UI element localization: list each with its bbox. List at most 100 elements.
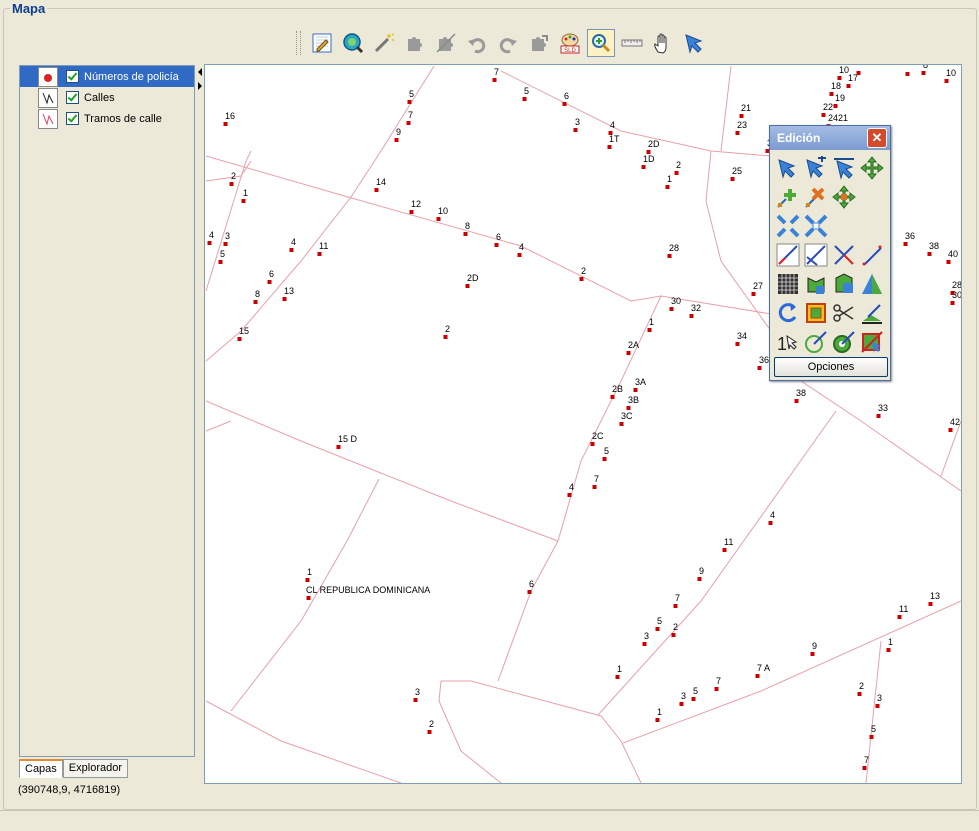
sld-style-button[interactable]: SLD — [556, 29, 584, 57]
pan-button[interactable] — [649, 29, 677, 57]
identify-button[interactable]: 1 — [774, 327, 802, 356]
address-point — [229, 182, 234, 186]
split-button[interactable] — [774, 211, 802, 240]
address-number-label: 2 — [581, 266, 586, 276]
address-point — [829, 92, 834, 96]
select-vertex-button[interactable] — [774, 153, 802, 182]
address-number-label: 3 — [644, 631, 649, 641]
options-button[interactable]: Opciones — [774, 357, 888, 377]
address-point — [944, 79, 949, 83]
scale-button[interactable] — [802, 298, 830, 327]
layer-label: Tramos de calle — [84, 112, 162, 125]
address-point — [241, 199, 246, 203]
move-vertex-button[interactable] — [830, 182, 858, 211]
address-point — [615, 675, 620, 679]
cut-line-button[interactable] — [830, 240, 858, 269]
address-number-label: 4 — [209, 230, 214, 240]
edit-polygon-button[interactable] — [858, 298, 886, 327]
move-button[interactable] — [858, 153, 886, 182]
undo-button[interactable] — [463, 29, 491, 57]
tab-capas[interactable]: Capas — [19, 759, 63, 778]
address-number-label: 5 — [409, 89, 414, 99]
draw-polyline-button[interactable] — [802, 240, 830, 269]
address-point — [409, 210, 414, 214]
address-number-label: 7 — [594, 474, 599, 484]
layer-visibility-checkbox[interactable] — [66, 112, 79, 125]
puzzle-icon — [436, 33, 456, 53]
select-add-button[interactable] — [802, 153, 830, 182]
select-remove-button[interactable] — [830, 153, 858, 182]
merge-arrows-icon — [804, 214, 828, 237]
merge-button[interactable] — [802, 211, 830, 240]
measure-button[interactable] — [618, 29, 646, 57]
edit-layer-button[interactable] — [308, 29, 336, 57]
address-number-label: 28 — [952, 280, 961, 290]
address-number-label: 16 — [225, 111, 235, 121]
address-point — [253, 300, 258, 304]
address-number-label: 4 — [770, 510, 775, 520]
triangle-button[interactable] — [858, 269, 886, 298]
address-number-label: 3 — [225, 231, 230, 241]
address-point — [223, 122, 228, 126]
select-minus-arrow-icon — [834, 157, 854, 180]
layer-visibility-checkbox[interactable] — [66, 91, 79, 104]
grid-button[interactable] — [774, 269, 802, 298]
address-point — [927, 252, 932, 256]
layer-label: Calles — [84, 91, 115, 104]
collapse-panel-icon[interactable] — [196, 66, 204, 94]
address-point — [730, 177, 735, 181]
address-number-label: 11 — [899, 604, 908, 614]
address-point — [336, 445, 341, 449]
redo-button[interactable] — [494, 29, 522, 57]
address-number-label: 5 — [524, 86, 529, 96]
puzzle-b-button[interactable] — [432, 29, 460, 57]
edit-pencil-icon — [312, 33, 332, 53]
address-number-label: 36 — [759, 355, 769, 365]
layer-row-calles[interactable]: Calles — [20, 87, 194, 108]
delete-vertex-button[interactable] — [802, 182, 830, 211]
layer-visibility-checkbox[interactable] — [66, 70, 79, 83]
snap-center-button[interactable] — [830, 327, 858, 356]
edit-window-title: Edición — [777, 131, 821, 145]
polygon-split-icon — [835, 272, 853, 293]
snap-button[interactable] — [802, 327, 830, 356]
street-segment — [497, 540, 559, 682]
address-number-label: 12 — [411, 199, 421, 209]
point-line-button[interactable] — [858, 240, 886, 269]
delete-vertex-icon — [805, 187, 825, 208]
magic-wand-button[interactable] — [370, 29, 398, 57]
move-cross-icon — [860, 155, 884, 180]
add-vertex-button[interactable] — [774, 182, 802, 211]
address-point — [679, 702, 684, 706]
polygon-split-button[interactable] — [830, 269, 858, 298]
address-number-label: 1 — [657, 707, 662, 717]
select-button[interactable] — [680, 29, 708, 57]
address-point — [282, 297, 287, 301]
toolbar-grip[interactable] — [296, 31, 301, 55]
rotate-button[interactable] — [774, 298, 802, 327]
address-number-label: 9 — [812, 641, 817, 651]
address-point — [579, 277, 584, 281]
address-number-label: 5 — [220, 249, 225, 259]
address-number-label: 36 — [905, 231, 915, 241]
zoom-all-button[interactable] — [339, 29, 367, 57]
address-point — [857, 692, 862, 696]
address-number-label: 2421 — [828, 113, 848, 123]
zoom-in-button[interactable] — [587, 29, 615, 57]
draw-line-button[interactable] — [774, 240, 802, 269]
polygon-edit-button[interactable] — [802, 269, 830, 298]
delete-feature-button[interactable] — [858, 327, 886, 356]
address-point — [223, 242, 228, 246]
address-number-label: 2 — [673, 622, 678, 632]
delete-feature-icon — [861, 330, 883, 353]
puzzle-c-button[interactable] — [525, 29, 553, 57]
layer-row-numeros-de-policia[interactable]: Números de policía — [20, 66, 194, 87]
cut-button[interactable] — [830, 298, 858, 327]
edit-window-titlebar[interactable]: Edición ✕ — [770, 126, 890, 150]
puzzle-a-button[interactable] — [401, 29, 429, 57]
layers-panel: Números de policía Calles Tramos de call… — [19, 65, 195, 757]
close-icon[interactable]: ✕ — [867, 128, 887, 148]
address-point — [755, 674, 760, 678]
tab-explorador[interactable]: Explorador — [62, 759, 128, 778]
layer-row-tramos-de-calle[interactable]: Tramos de calle — [20, 108, 194, 129]
